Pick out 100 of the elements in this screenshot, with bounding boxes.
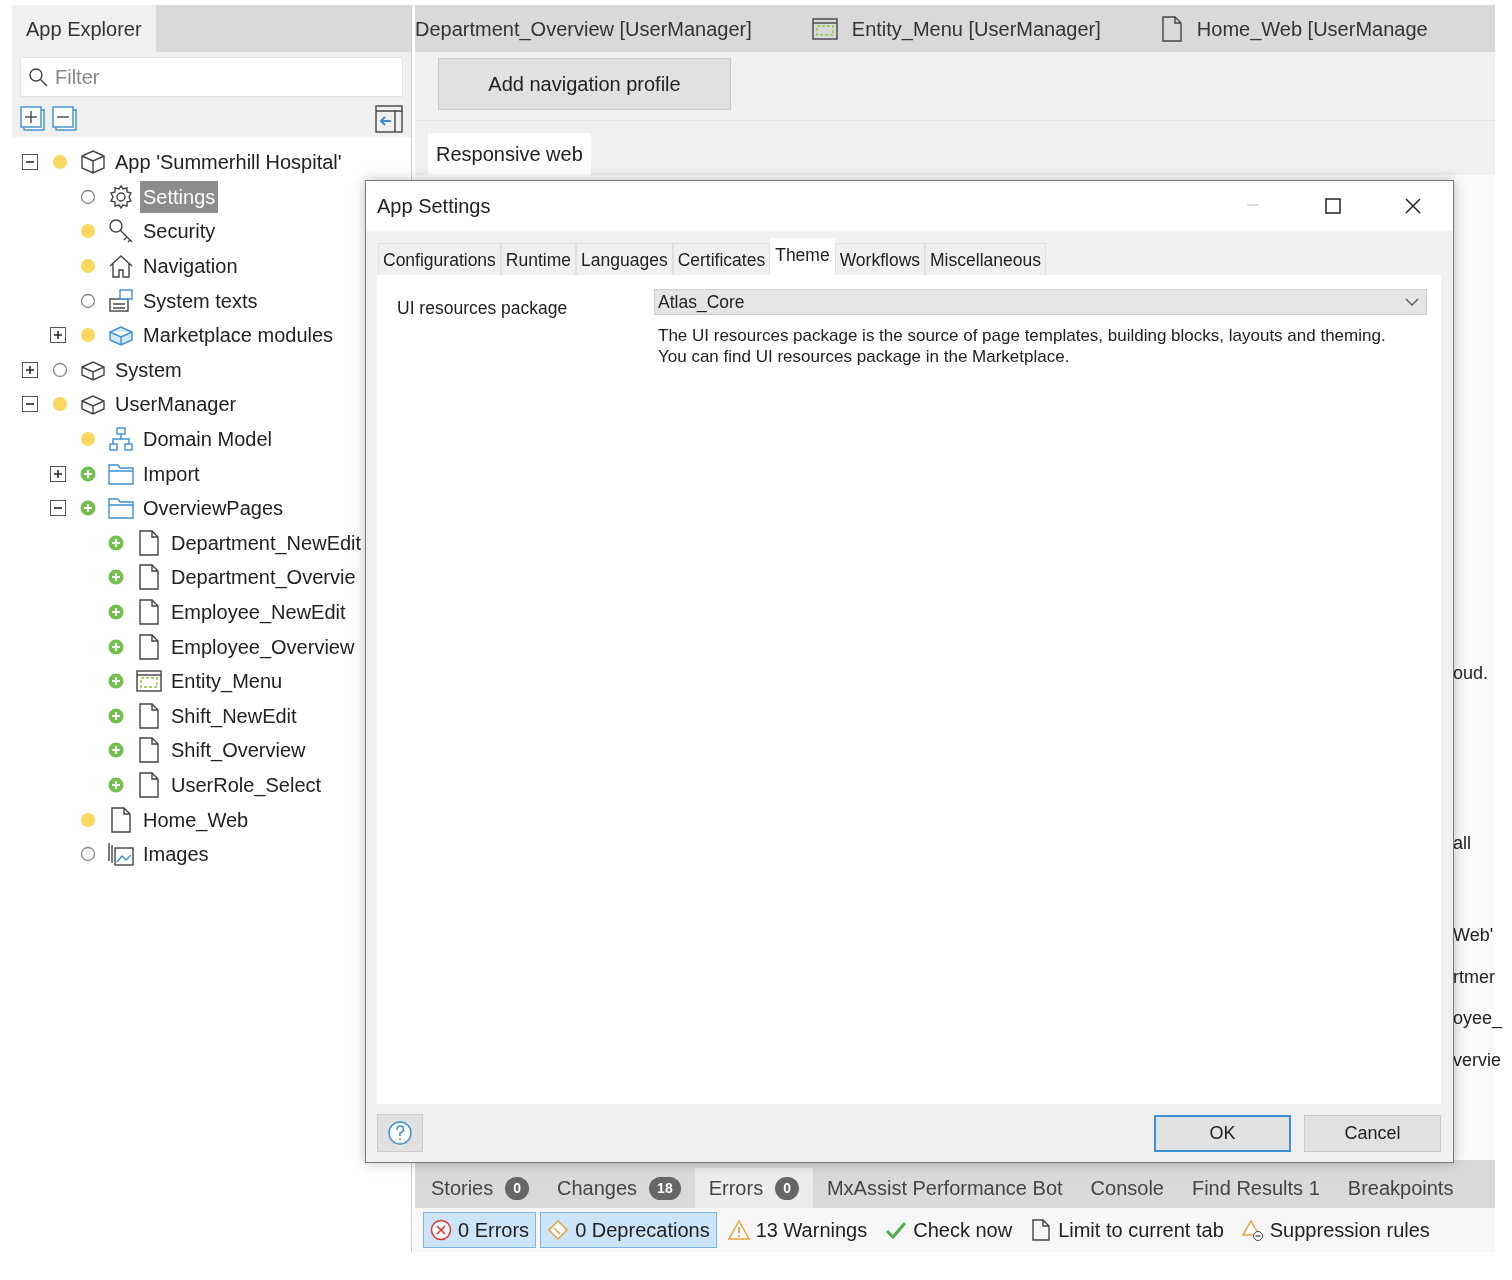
error-icon <box>430 1219 452 1241</box>
tree-item[interactable]: System texts <box>140 284 261 317</box>
page-icon <box>1160 15 1183 42</box>
tree-item[interactable]: Navigation <box>140 250 241 283</box>
tree-item[interactable]: Import <box>140 457 203 490</box>
partial-text: Web' <box>1453 924 1494 947</box>
help-button[interactable] <box>377 1114 423 1152</box>
partial-text: oyee_ <box>1453 1007 1503 1031</box>
page-icon <box>138 599 160 625</box>
text-screen-icon <box>108 287 134 314</box>
tree-item[interactable]: Shift_Overview <box>168 734 309 767</box>
images-icon <box>108 841 134 868</box>
panel-tab[interactable]: Console <box>1076 1168 1178 1208</box>
expand-icon[interactable] <box>22 361 38 378</box>
filter-field[interactable]: Filter <box>20 57 403 97</box>
panel-tab[interactable]: App Explorer <box>12 5 156 52</box>
tree-item[interactable]: Domain Model <box>140 423 275 456</box>
page-icon <box>138 702 160 729</box>
tree-item[interactable]: Images <box>140 838 212 871</box>
collapse-icon[interactable] <box>50 500 66 517</box>
field-label: UI resources package <box>397 297 569 320</box>
tree-item[interactable]: Employee_Overview <box>168 630 358 663</box>
tree-item[interactable]: System <box>112 353 185 386</box>
panel-tab[interactable]: Stories 0 <box>417 1168 544 1208</box>
tree-item[interactable]: App 'Summerhill Hospital' <box>112 146 345 179</box>
help-icon <box>387 1120 413 1146</box>
window-icon <box>136 669 162 694</box>
settings-tab[interactable]: Configurations <box>378 242 501 275</box>
panel-tab[interactable]: Errors 0 <box>694 1168 813 1208</box>
search-icon <box>28 67 48 87</box>
diamond-icon <box>547 1219 570 1241</box>
dialog-title: App Settings <box>377 194 492 219</box>
panel-tab[interactable]: Find Results 1 <box>1177 1168 1334 1208</box>
tree-item[interactable]: Department_NewEdit <box>168 526 365 559</box>
expand-icon[interactable] <box>50 465 66 482</box>
panel-tab[interactable]: MxAssist Performance Bot <box>812 1168 1077 1208</box>
tree-item[interactable]: UserRole_Select <box>168 769 325 801</box>
tree-item[interactable]: Marketplace modules <box>140 319 337 352</box>
page-icon <box>1030 1219 1053 1241</box>
partial-text: all <box>1453 832 1471 855</box>
add-profile-button[interactable]: Add navigation profile <box>438 58 731 110</box>
partial-text: oud. <box>1453 662 1489 685</box>
window-icon <box>811 16 838 41</box>
collapse-icon[interactable] <box>22 396 38 413</box>
toolbar-button[interactable]: Check now <box>878 1212 1020 1248</box>
toolbar-button[interactable]: 13 Warnings <box>720 1212 875 1248</box>
cancel-button[interactable]: Cancel <box>1304 1114 1441 1152</box>
collapse-all-icon[interactable] <box>52 106 78 132</box>
panel-tab[interactable]: Changes 18 <box>543 1168 695 1208</box>
expand-icon[interactable] <box>50 327 66 344</box>
document-tab[interactable]: Home_Web [UserManage <box>1160 13 1428 44</box>
settings-tab[interactable]: Certificates <box>672 242 771 275</box>
tree-item[interactable]: Security <box>140 215 219 248</box>
toolbar-button[interactable]: 0 Deprecations <box>540 1212 717 1248</box>
toolbar-button[interactable]: Suppression rules <box>1234 1212 1437 1248</box>
count-badge: 18 <box>649 1176 681 1200</box>
page-icon <box>138 564 160 591</box>
gear-icon <box>108 183 134 210</box>
tree-item[interactable]: Shift_NewEdit <box>168 699 300 732</box>
toolbar-button[interactable]: Limit to current tab <box>1023 1212 1231 1248</box>
cube-icon <box>80 149 106 176</box>
diagram-icon <box>108 426 134 453</box>
page-icon <box>138 529 160 556</box>
settings-tab[interactable]: Workflows <box>834 242 926 275</box>
tree-item[interactable]: Home_Web <box>140 803 252 836</box>
partial-text: vervie <box>1453 1049 1501 1072</box>
dropdown[interactable]: Atlas_Core <box>654 289 1427 315</box>
panel-tab[interactable]: Breakpoints <box>1333 1168 1468 1208</box>
tree-item[interactable]: UserManager <box>112 388 240 421</box>
page-icon <box>138 772 160 798</box>
toolbar-button[interactable]: 0 Errors <box>423 1212 537 1248</box>
settings-tab[interactable]: Theme <box>770 237 835 275</box>
collapse-icon[interactable] <box>22 154 38 171</box>
page-icon <box>138 737 160 764</box>
tree-item[interactable]: Department_Overvie <box>168 561 359 594</box>
document-tab[interactable]: Department_Overview [UserManager] <box>415 13 752 44</box>
check-icon <box>885 1219 908 1241</box>
tree-item[interactable]: Entity_Menu <box>168 665 286 698</box>
partial-text: rtmer <box>1453 966 1495 989</box>
page-icon <box>110 806 132 833</box>
settings-tab[interactable]: Miscellaneous <box>925 242 1046 275</box>
document-tab[interactable]: Entity_Menu [UserManager] <box>811 13 1101 44</box>
settings-tab[interactable]: Runtime <box>500 242 577 275</box>
warning-icon <box>1241 1219 1264 1241</box>
settings-tab[interactable]: Languages <box>576 242 673 275</box>
house-icon <box>108 253 134 280</box>
dock-icon[interactable] <box>375 105 403 133</box>
warning-icon <box>727 1219 750 1241</box>
folder-icon <box>108 495 134 522</box>
ok-button[interactable]: OK <box>1154 1114 1291 1152</box>
chevron-down-icon <box>1404 297 1420 307</box>
expand-all-icon[interactable] <box>20 106 46 132</box>
description-text: The UI resources package is the source of page templates, building blocks, layouts and theming. You can find UI resources package in the Marketplace. <box>658 325 1387 368</box>
count-badge: 0 <box>505 1176 530 1200</box>
page-icon <box>138 633 160 660</box>
tree-item[interactable]: OverviewPages <box>140 492 287 525</box>
count-badge: 0 <box>775 1176 799 1200</box>
profile-tab[interactable]: Responsive web <box>428 133 591 175</box>
tree-item[interactable]: Employee_NewEdit <box>168 596 349 628</box>
key-icon <box>108 218 134 245</box>
